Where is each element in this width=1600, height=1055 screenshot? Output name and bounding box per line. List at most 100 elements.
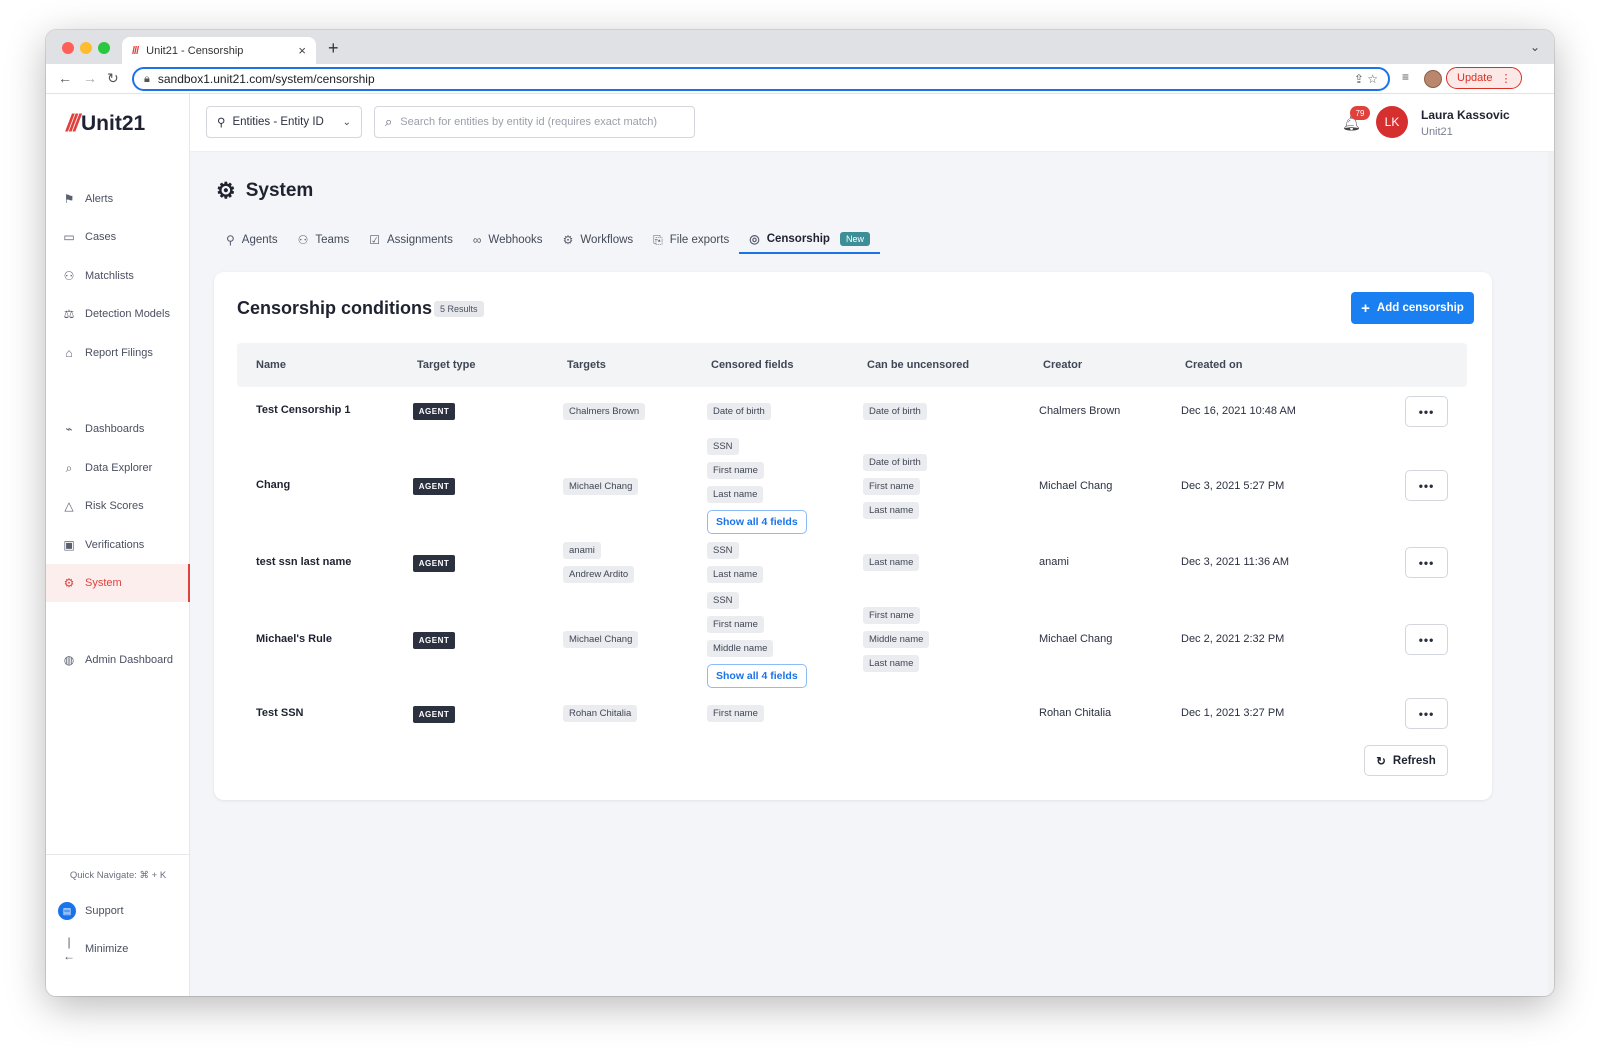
censored-field-chip: SSN	[707, 438, 739, 455]
tab-workflows[interactable]: ⚙ Workflows	[553, 220, 644, 254]
censored-field-chip: Last name	[707, 486, 764, 503]
row-name[interactable]: Michael's Rule	[256, 633, 332, 645]
lock-icon: 🔒︎	[144, 72, 150, 85]
sidebar-item-verifications[interactable]: ▣ Verifications	[46, 526, 190, 564]
share-bookmark-icons[interactable]: ⇪ ☆	[1354, 72, 1378, 86]
address-bar[interactable]: 🔒︎ sandbox1.unit21.com/system/censorship…	[132, 67, 1390, 91]
scale-icon: ⚖	[63, 307, 75, 321]
sidebar-item-label: Data Explorer	[85, 462, 153, 474]
tab-censorship[interactable]: ◎ Censorship New	[739, 220, 880, 254]
row-name[interactable]: test ssn last name	[256, 556, 351, 568]
flag-icon: ⚑	[63, 192, 75, 206]
uncensorable-field-chip: Last name	[863, 655, 920, 672]
created-on-text: Dec 16, 2021 10:48 AM	[1181, 405, 1296, 417]
add-censorship-button[interactable]: + Add censorship	[1351, 292, 1474, 324]
forward-arrow-icon[interactable]: →	[83, 70, 97, 86]
cog-icon: ⚙	[562, 233, 574, 247]
censored-field-chip: Date of birth	[707, 403, 771, 420]
gear-icon: ⚙	[63, 576, 75, 590]
close-tab-icon[interactable]: ×	[298, 43, 306, 58]
tab-label: Assignments	[387, 234, 453, 246]
sidebar: /// Unit21 ⚑ Alerts ▭ Cases ⚇ Matchlists…	[46, 94, 190, 996]
table-header: Name Target type Targets Censored fields…	[237, 343, 1467, 387]
uncensorable-field-chip: First name	[863, 607, 920, 624]
column-header-created-on: Created on	[1185, 359, 1243, 371]
minimize-sidebar-button[interactable]: |← Minimize	[46, 930, 190, 968]
sidebar-item-label: Admin Dashboard	[85, 654, 174, 666]
browser-update-button[interactable]: Update ⋮	[1446, 67, 1523, 89]
tab-assignments[interactable]: ☑ Assignments	[359, 220, 463, 254]
show-all-fields-button[interactable]: Show all 4 fields	[707, 510, 807, 534]
row-name[interactable]: Test SSN	[256, 707, 303, 719]
sidebar-item-data-explorer[interactable]: ⌕ Data Explorer	[46, 449, 190, 487]
creator-text: Chalmers Brown	[1039, 405, 1121, 417]
sidebar-item-matchlists[interactable]: ⚇ Matchlists	[46, 257, 190, 295]
sidebar-item-cases[interactable]: ▭ Cases	[46, 218, 190, 256]
profile-avatar-icon[interactable]	[1424, 70, 1442, 88]
user-name[interactable]: Laura Kassovic	[1421, 108, 1510, 122]
app-topbar: ⚲ Entities - Entity ID ⌄ ⌕ Search for en…	[190, 94, 1554, 152]
created-on-text: Dec 2, 2021 2:32 PM	[1181, 633, 1285, 645]
row-more-actions-button[interactable]: •••	[1405, 470, 1448, 501]
kebab-menu-icon: ⋮	[1500, 72, 1512, 85]
tab-file-exports[interactable]: ⎘ File exports	[643, 220, 739, 254]
user-avatar[interactable]: LK	[1376, 106, 1408, 138]
censored-field-chip: First name	[707, 705, 764, 722]
creator-text: Rohan Chitalia	[1039, 707, 1112, 719]
censor-icon: ◎	[749, 232, 760, 246]
target-chip: Michael Chang	[563, 478, 639, 495]
minimize-window-button[interactable]	[80, 42, 92, 54]
show-all-fields-button[interactable]: Show all 4 fields	[707, 664, 807, 688]
team-icon: ⚇	[297, 233, 309, 247]
clipboard-icon: ☑	[369, 233, 381, 247]
censored-field-chip: SSN	[707, 542, 739, 559]
collapse-left-icon: |←	[63, 935, 75, 963]
row-more-actions-button[interactable]: •••	[1405, 624, 1448, 655]
created-on-text: Dec 3, 2021 5:27 PM	[1181, 480, 1285, 492]
tab-agents[interactable]: ⚲ Agents	[216, 220, 288, 254]
search-placeholder: Search for entities by entity id (requir…	[400, 116, 658, 128]
browser-tab[interactable]: /// Unit21 - Censorship ×	[122, 37, 316, 64]
row-more-actions-button[interactable]: •••	[1405, 547, 1448, 578]
maximize-window-button[interactable]	[98, 42, 110, 54]
uncensorable-field-chip: Last name	[863, 502, 920, 519]
row-name[interactable]: Test Censorship 1	[256, 404, 351, 416]
reading-list-icon[interactable]: ≡	[1402, 70, 1409, 84]
sidebar-item-admin-dashboard[interactable]: ◍ Admin Dashboard	[46, 641, 190, 679]
app-root: /// Unit21 ⚑ Alerts ▭ Cases ⚇ Matchlists…	[46, 94, 1554, 996]
id-card-icon: ▣	[63, 538, 75, 552]
row-more-actions-button[interactable]: •••	[1405, 396, 1448, 427]
sidebar-item-dashboards[interactable]: ⌁ Dashboards	[46, 410, 190, 448]
data-search-icon: ⌕	[65, 460, 73, 475]
sidebar-item-alerts[interactable]: ⚑ Alerts	[46, 180, 190, 218]
new-tab-button[interactable]: +	[328, 38, 339, 59]
column-header-censored-fields: Censored fields	[711, 359, 794, 371]
refresh-button[interactable]: ↻ Refresh	[1364, 745, 1448, 776]
entity-type-select[interactable]: ⚲ Entities - Entity ID ⌄	[206, 106, 362, 138]
user-icon: ⚲	[226, 233, 235, 247]
target-chip: Rohan Chitalia	[563, 705, 638, 722]
uncensorable-field-chip: Date of birth	[863, 454, 927, 471]
sidebar-item-risk-scores[interactable]: △ Risk Scores	[46, 487, 190, 525]
close-window-button[interactable]	[62, 42, 74, 54]
back-arrow-icon[interactable]: ←	[58, 70, 72, 86]
logo-mark: ///	[66, 110, 80, 137]
sidebar-item-detection-models[interactable]: ⚖ Detection Models	[46, 295, 190, 333]
file-export-icon: ⎘	[653, 232, 663, 247]
row-name[interactable]: Chang	[256, 479, 290, 491]
tab-search-chevron-icon[interactable]: ⌄	[1530, 40, 1540, 54]
tab-teams[interactable]: ⚇ Teams	[288, 220, 360, 254]
creator-text: anami	[1039, 556, 1069, 568]
reload-icon[interactable]: ↻	[107, 70, 119, 87]
page-scrollbar[interactable]	[1548, 152, 1554, 996]
support-link[interactable]: ▤ Support	[46, 892, 190, 930]
sidebar-item-system[interactable]: ⚙ System	[46, 564, 190, 602]
unit21-logo[interactable]: /// Unit21	[66, 110, 145, 138]
entity-search-input[interactable]: ⌕ Search for entities by entity id (requ…	[374, 106, 695, 138]
browser-toolbar: ← → ↻ 🔒︎ sandbox1.unit21.com/system/cens…	[46, 64, 1554, 94]
censored-field-chip: First name	[707, 616, 764, 633]
tab-webhooks[interactable]: ∞ Webhooks	[463, 220, 553, 254]
row-more-actions-button[interactable]: •••	[1405, 698, 1448, 729]
sidebar-item-report-filings[interactable]: ⌂ Report Filings	[46, 334, 190, 372]
target-chip: Michael Chang	[563, 631, 639, 648]
